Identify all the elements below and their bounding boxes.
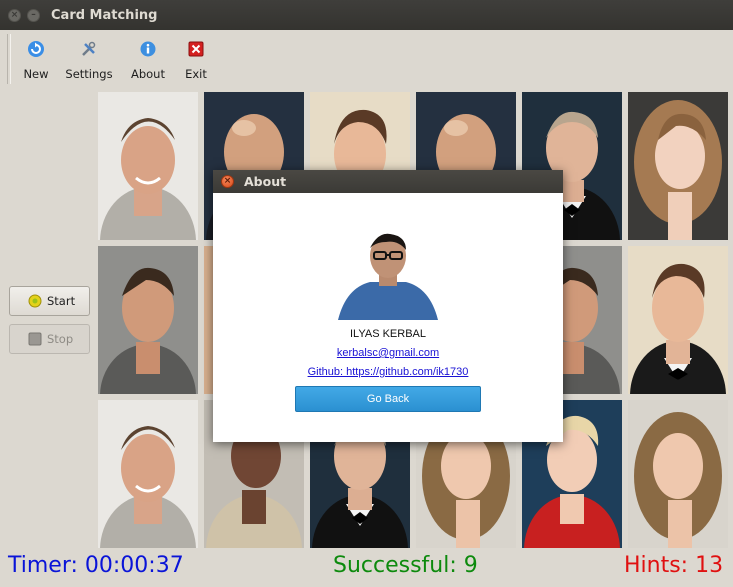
card-adele[interactable] [628,92,728,240]
stop-button[interactable]: Stop [9,324,90,354]
start-button[interactable]: Start [9,286,90,316]
toolbar-new-button[interactable]: New [20,36,52,82]
toolbar-exit-button[interactable]: Exit [181,36,211,82]
portrait-image [628,246,728,394]
window-minimize-button[interactable]: – [27,9,40,22]
toolbar-about-button[interactable]: About [128,36,168,82]
dialog-close-button[interactable]: × [221,175,234,188]
exit-icon [188,41,204,57]
author-name: ILYAS KERBAL [349,328,427,340]
window-close-button[interactable]: × [8,9,21,22]
card-jean-claude-van-damme[interactable] [98,246,198,394]
main-window: × – Card Matching New Settings About Exi… [0,0,733,587]
card-adam-sandler[interactable] [98,92,198,240]
info-icon [140,41,156,57]
portrait-image [628,400,728,548]
card-adam-sandler[interactable] [98,400,198,548]
portrait-image [98,400,198,548]
start-icon [28,294,42,308]
title-bar: × – Card Matching [0,0,733,30]
refresh-icon [28,41,44,57]
toolbar: New Settings About Exit [0,30,733,87]
portrait-image [98,246,198,394]
about-dialog: × About ILYAS KERBAL kerbalsc@gmail.com … [213,170,563,442]
go-back-button[interactable]: Go Back [295,386,481,412]
portrait-image [628,92,728,240]
dialog-title-bar: × About [213,170,563,193]
card-angelina-jolie[interactable] [628,400,728,548]
author-email-link[interactable]: kerbalsc@gmail.com [213,347,563,359]
portrait-image [98,92,198,240]
author-avatar [338,230,438,320]
card-daniel-radcliffe[interactable] [628,246,728,394]
toolbar-settings-button[interactable]: Settings [64,36,114,82]
stop-icon [28,332,42,346]
toolbar-grip[interactable] [7,34,11,84]
timer-label: Timer: 00:00:37 [8,553,184,578]
github-link[interactable]: Github: https://github.com/ik1730 [213,366,563,378]
successful-label: Successful: 9 [333,553,478,578]
tools-icon [82,41,96,56]
hints-label: Hints: 13 [624,553,724,578]
dialog-title: About [244,174,287,189]
window-title: Card Matching [51,8,158,23]
